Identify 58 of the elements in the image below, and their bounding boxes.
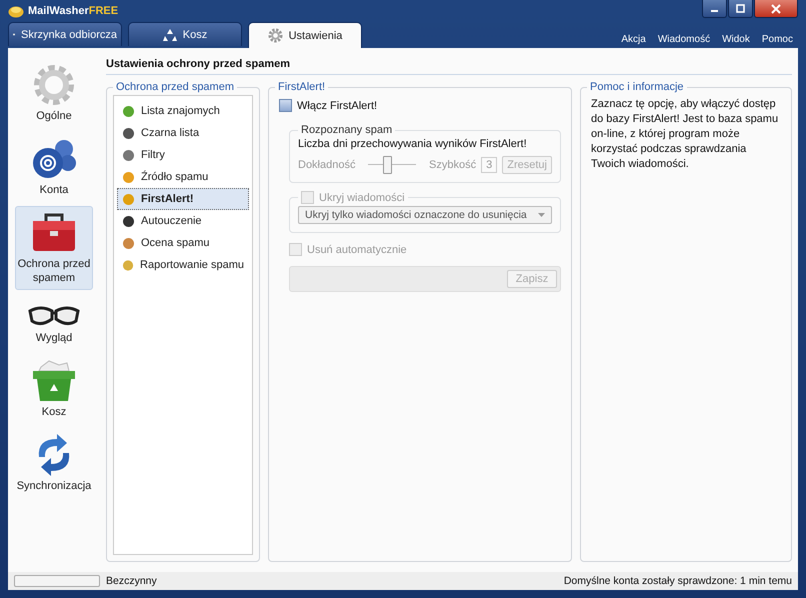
list-item[interactable]: Ocena spamu <box>117 232 249 254</box>
description-text: Liczba dni przechowywania wyników FirstAlert! <box>298 138 528 150</box>
circle-icon <box>122 192 135 206</box>
page-title: Ustawienia ochrony przed spamem <box>106 56 792 75</box>
menu-item[interactable]: Widok <box>717 34 755 45</box>
list-item[interactable]: Raportowanie spamu <box>117 254 249 276</box>
minimize-button[interactable] <box>702 0 727 18</box>
list-item[interactable]: FirstAlert! <box>117 188 249 210</box>
nav-item[interactable]: Kosz <box>15 354 93 424</box>
checkbox[interactable] <box>279 99 292 112</box>
app-name: MailWasher <box>28 5 89 17</box>
list-item[interactable]: Czarna lista <box>117 122 249 144</box>
checkbox-label: Włącz FirstAlert! <box>297 100 378 112</box>
recycle-icon <box>162 28 177 42</box>
nav-item[interactable]: Konta <box>15 132 93 202</box>
circle-icon <box>122 258 134 272</box>
circle-icon <box>122 236 135 250</box>
subgroup-title: Rozpoznany spam <box>300 124 394 136</box>
caret-icon <box>538 213 545 217</box>
nav-item[interactable]: Wygląd <box>15 294 93 350</box>
circle-icon <box>122 214 135 228</box>
gear-icon <box>32 63 76 107</box>
nav-item[interactable]: Ochrona przed spamem <box>15 206 93 290</box>
circle-icon <box>122 170 135 184</box>
tab[interactable]: Ustawienia <box>248 22 362 48</box>
app-logo-icon <box>8 4 24 18</box>
nav-item[interactable]: Synchronizacja <box>15 428 93 498</box>
slider-thumb[interactable] <box>383 156 392 174</box>
circle-icon <box>122 104 135 118</box>
status-info: Domyślne konta zostały sprawdzone: 1 min temu <box>564 575 792 587</box>
list-item[interactable]: Autouczenie <box>117 210 249 232</box>
list-item[interactable]: Źródło spamu <box>117 166 249 188</box>
list-item[interactable]: Filtry <box>117 144 249 166</box>
status-text: Bezczynny <box>106 575 157 587</box>
help-text: Zaznacz tę opcję, aby włączyć dostęp do bazy FirstAlert! Jest to baza spamu on-line, z której program może korzystać podczas sprawdzania Twoich wiadomości. <box>591 97 780 172</box>
maximize-button[interactable] <box>728 0 753 18</box>
checkbox-label: Usuń automatycznie <box>307 244 407 256</box>
group-title: Pomoc i informacje <box>589 81 685 93</box>
checkbox-label: Ukryj wiadomości <box>319 192 405 204</box>
menu-item[interactable]: Akcja <box>616 34 651 45</box>
gear-icon <box>268 28 283 43</box>
group-title: Ochrona przed spamem <box>115 81 235 93</box>
tab[interactable]: Skrzynka odbiorcza <box>8 22 122 46</box>
nav-item[interactable]: Ogólne <box>15 58 93 128</box>
menu-item[interactable]: Wiadomość <box>652 34 716 45</box>
value-field: 3 <box>481 157 498 173</box>
maximize-icon <box>736 4 745 13</box>
close-button[interactable] <box>754 0 798 18</box>
slider-left-label: Dokładność <box>298 159 356 171</box>
tab[interactable]: Kosz <box>128 22 242 46</box>
menu-item[interactable]: Pomoc <box>756 34 798 45</box>
list-item[interactable]: Lista znajomych <box>117 100 249 122</box>
app-edition: FREE <box>88 5 118 17</box>
circle-icon <box>122 126 135 140</box>
close-icon <box>771 4 781 14</box>
group-title: FirstAlert! <box>277 81 326 93</box>
circle-icon <box>122 148 135 162</box>
slider-right-label: Szybkość <box>429 159 476 171</box>
